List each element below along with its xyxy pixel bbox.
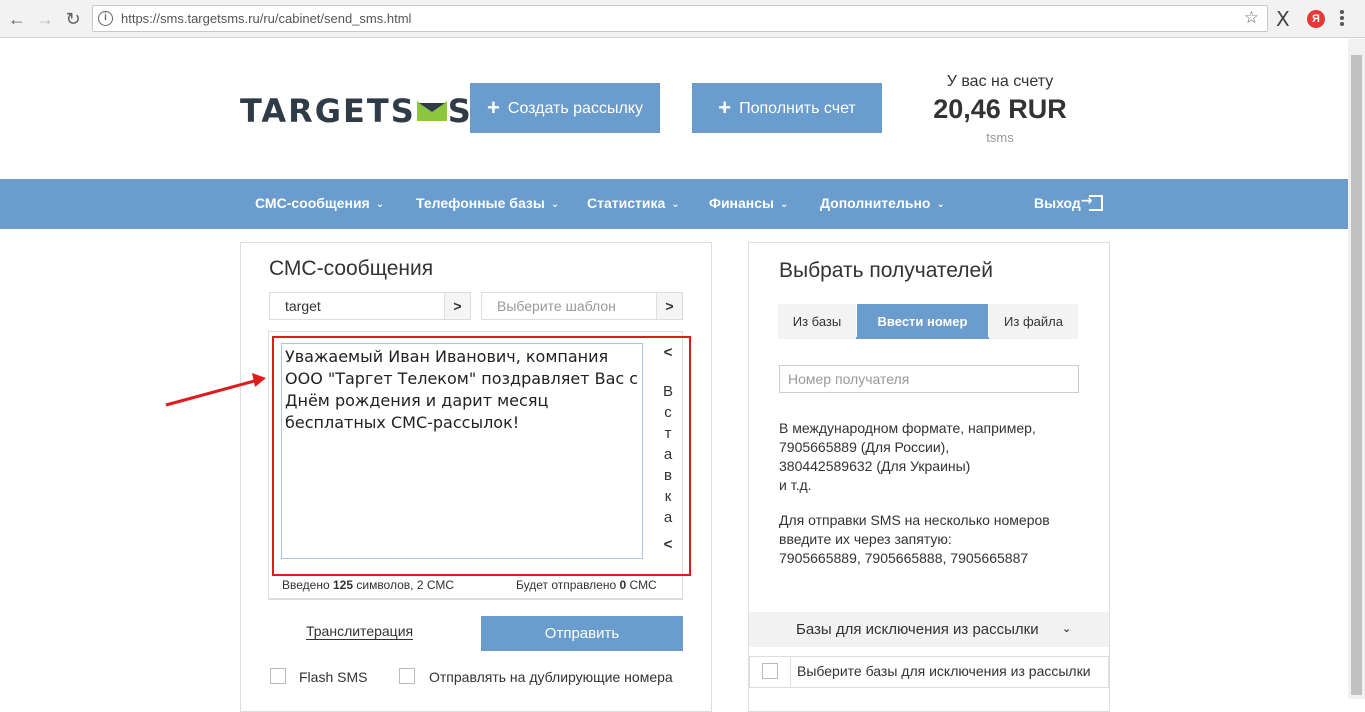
template-select[interactable]: Выберите шаблон >: [481, 292, 683, 320]
multiple-numbers-help: Для отправки SMS на несколько номеров вв…: [779, 511, 1050, 568]
balance-value: 20,46 RUR: [933, 94, 1067, 124]
sender-select[interactable]: target >: [269, 292, 471, 320]
nav-label: Телефонные базы: [416, 195, 545, 211]
balance-currency: tsms: [986, 130, 1014, 145]
duplicate-numbers-label[interactable]: Отправлять на дублирующие номера: [429, 669, 673, 685]
nav-item-sms[interactable]: СМС-сообщения ⌄: [255, 195, 384, 211]
extension-x-icon[interactable]: X: [1276, 7, 1290, 31]
help-line: 380442589632 (Для Украины): [779, 458, 971, 474]
chevron-down-icon: ⌄: [375, 199, 385, 210]
envelope-icon: [416, 101, 447, 121]
exclusions-select-label: Выберите базы для исключения из рассылки: [797, 663, 1091, 679]
address-bar[interactable]: i https://sms.targetsms.ru/ru/cabinet/se…: [92, 5, 1268, 32]
browser-toolbar: ← → ↻ i https://sms.targetsms.ru/ru/cabi…: [0, 0, 1365, 38]
nav-item-more[interactable]: Дополнительно ⌄: [820, 195, 945, 211]
chevron-right-icon[interactable]: >: [656, 293, 682, 319]
exclusions-checkbox[interactable]: [762, 663, 778, 679]
balance-label: У вас на счету: [946, 73, 1054, 90]
tab-enter-number[interactable]: Ввести номер: [857, 304, 988, 339]
sent-suffix: СМС: [629, 578, 657, 592]
transliteration-link[interactable]: Транслитерация: [306, 623, 414, 640]
counter-prefix: Введено: [282, 578, 330, 592]
chevron-down-icon: ⌄: [936, 199, 945, 210]
nav-item-finances[interactable]: Финансы ⌄: [709, 195, 788, 211]
send-button[interactable]: Отправить: [481, 616, 683, 651]
bookmark-star-icon[interactable]: ☆: [1244, 8, 1259, 28]
logo-text-left: TARGETS: [240, 92, 416, 130]
duplicate-numbers-checkbox[interactable]: [399, 668, 415, 684]
chevron-right-icon[interactable]: >: [444, 293, 470, 319]
exclusions-accordion[interactable]: Базы для исключения из рассылки ⌄: [749, 612, 1109, 647]
browser-menu-icon[interactable]: [1340, 10, 1344, 28]
help-line: В международном формате, например,: [779, 420, 1036, 436]
create-campaign-label: Создать рассылку: [507, 100, 643, 117]
nav-label: Дополнительно: [820, 195, 931, 211]
sender-value: target: [285, 298, 321, 314]
recipient-number-input[interactable]: Номер получателя: [779, 365, 1079, 393]
nav-label: Финансы: [709, 195, 774, 211]
counter-count: 125: [332, 578, 354, 592]
create-campaign-button[interactable]: + Создать рассылку: [470, 83, 660, 133]
plus-icon: +: [487, 95, 500, 120]
counter-suffix: символов, 2 СМС: [356, 578, 455, 592]
flash-sms-label[interactable]: Flash SMS: [299, 669, 367, 685]
highlight-frame: [272, 336, 691, 576]
logout-icon: [1081, 193, 1103, 211]
plus-icon: +: [718, 95, 732, 120]
divider: [790, 657, 791, 687]
exclusions-select-row[interactable]: Выберите базы для исключения из рассылки: [749, 656, 1109, 688]
nav-item-phonebases[interactable]: Телефонные базы ⌄: [416, 195, 559, 211]
template-placeholder: Выберите шаблон: [497, 298, 616, 314]
targetsms-logo[interactable]: TARGETS S: [240, 92, 473, 130]
yandex-extension-icon[interactable]: Я: [1307, 10, 1325, 28]
scrollbar-thumb[interactable]: [1351, 55, 1362, 695]
flash-sms-checkbox[interactable]: [270, 668, 286, 684]
sent-counter: Будет отправлено 0 СМС: [516, 578, 657, 592]
annotation-arrow: [165, 373, 266, 407]
topup-button[interactable]: + Пополнить счет: [692, 83, 882, 133]
tab-from-file[interactable]: Из файла: [989, 304, 1078, 339]
recipients-panel-title: Выбрать получателей: [779, 259, 993, 282]
help-line: 7905665889, 7905665888, 7905665887: [779, 550, 1029, 566]
help-line: введите их через запятую:: [779, 531, 952, 547]
page-scrollbar[interactable]: [1348, 39, 1365, 699]
back-icon[interactable]: ←: [6, 8, 28, 30]
help-line: Для отправки SMS на несколько номеров: [779, 512, 1050, 528]
chevron-down-icon: ⌄: [780, 199, 789, 210]
logout-label: Выход: [1034, 195, 1081, 211]
tab-from-base[interactable]: Из базы: [778, 304, 856, 339]
nav-label: Статистика: [587, 195, 666, 211]
recipient-tabs: Из базы Ввести номер Из файла: [778, 304, 1078, 339]
help-line: и т.д.: [779, 477, 812, 493]
format-help: В международном формате, например, 79056…: [779, 419, 1036, 495]
sms-panel-title: СМС-сообщения: [269, 257, 434, 280]
forward-icon[interactable]: →: [34, 8, 56, 30]
help-line: 7905665889 (Для России),: [779, 439, 950, 455]
divider: [268, 599, 683, 600]
chevron-down-icon: ⌄: [671, 199, 680, 210]
sent-prefix: Будет отправлено: [516, 578, 617, 592]
url-text[interactable]: https://sms.targetsms.ru/ru/cabinet/send…: [121, 11, 411, 26]
chevron-down-icon: ⌄: [1062, 623, 1072, 635]
sent-count: 0: [619, 578, 627, 592]
topup-label: Пополнить счет: [739, 100, 856, 117]
reload-icon[interactable]: ↻: [62, 8, 84, 30]
chevron-down-icon: ⌄: [550, 199, 560, 210]
exclusions-header-label: Базы для исключения из рассылки: [796, 621, 1039, 638]
char-counter: Введено 125 символов, 2 СМС: [282, 578, 454, 592]
main-nav: СМС-сообщения ⌄ Телефонные базы ⌄ Статисти…: [0, 179, 1348, 229]
logout-link[interactable]: Выход: [1034, 193, 1103, 211]
nav-item-statistics[interactable]: Статистика ⌄: [587, 195, 680, 211]
info-icon[interactable]: i: [98, 11, 113, 26]
nav-label: СМС-сообщения: [255, 195, 370, 211]
